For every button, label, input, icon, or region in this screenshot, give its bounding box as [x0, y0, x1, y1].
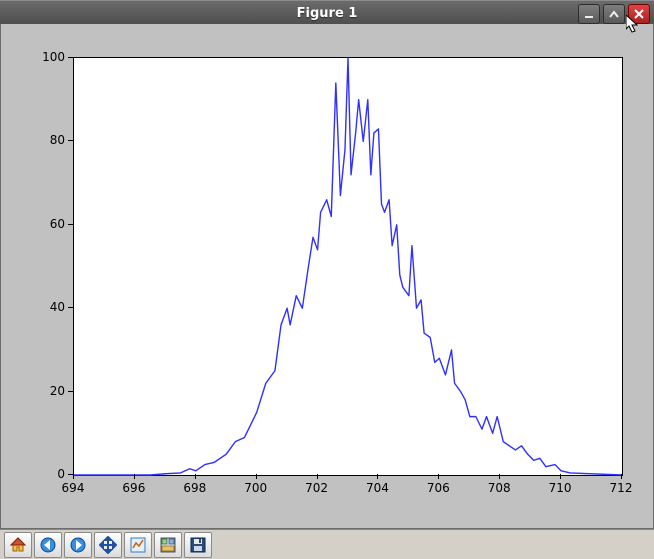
close-icon	[634, 9, 644, 19]
chart-axes	[73, 57, 623, 476]
x-tick-label: 702	[305, 481, 328, 495]
save-icon	[189, 536, 207, 554]
x-tick-label: 698	[183, 481, 206, 495]
x-tick	[377, 474, 378, 479]
save-button[interactable]	[184, 532, 212, 558]
pan-icon	[99, 536, 117, 554]
minimize-button[interactable]	[578, 4, 600, 24]
window-titlebar: Figure 1	[0, 0, 654, 26]
back-button[interactable]	[34, 532, 62, 558]
x-tick	[195, 474, 196, 479]
y-tick-label: 100	[42, 50, 65, 64]
y-tick	[68, 224, 73, 225]
x-tick-label: 696	[122, 481, 145, 495]
x-tick	[499, 474, 500, 479]
back-icon	[39, 536, 57, 554]
y-tick-label: 80	[50, 133, 65, 147]
y-tick	[68, 391, 73, 392]
x-tick	[317, 474, 318, 479]
x-tick-label: 694	[62, 481, 85, 495]
forward-button[interactable]	[64, 532, 92, 558]
x-tick	[560, 474, 561, 479]
window-title: Figure 1	[297, 6, 358, 21]
x-tick	[134, 474, 135, 479]
figure-canvas[interactable]: 694 696 698 700 702 704 706 708 710 712 0 20 40 60 80 1…	[0, 24, 654, 529]
window-buttons	[578, 4, 650, 24]
y-tick-label: 0	[57, 467, 65, 481]
zoom-icon	[129, 536, 147, 554]
subplots-button[interactable]	[154, 532, 182, 558]
chart-line	[74, 58, 622, 475]
close-button[interactable]	[628, 4, 650, 24]
nav-toolbar	[0, 529, 654, 559]
y-tick	[68, 57, 73, 58]
minimize-icon	[584, 9, 594, 19]
x-tick	[621, 474, 622, 479]
x-tick-label: 710	[549, 481, 572, 495]
y-tick-label: 40	[50, 300, 65, 314]
y-tick	[68, 307, 73, 308]
maximize-icon	[609, 9, 619, 19]
x-tick-label: 712	[610, 481, 633, 495]
x-tick-label: 700	[244, 481, 267, 495]
x-tick-label: 706	[427, 481, 450, 495]
maximize-button[interactable]	[603, 4, 625, 24]
x-tick-label: 708	[488, 481, 511, 495]
pan-button[interactable]	[94, 532, 122, 558]
y-tick-label: 60	[50, 217, 65, 231]
y-tick-label: 20	[50, 384, 65, 398]
home-icon	[9, 536, 27, 554]
subplots-icon	[159, 536, 177, 554]
x-tick	[438, 474, 439, 479]
x-tick	[256, 474, 257, 479]
y-tick	[68, 474, 73, 475]
home-button[interactable]	[4, 532, 32, 558]
forward-icon	[69, 536, 87, 554]
x-tick	[73, 474, 74, 479]
x-tick-label: 704	[366, 481, 389, 495]
zoom-button[interactable]	[124, 532, 152, 558]
y-tick	[68, 140, 73, 141]
